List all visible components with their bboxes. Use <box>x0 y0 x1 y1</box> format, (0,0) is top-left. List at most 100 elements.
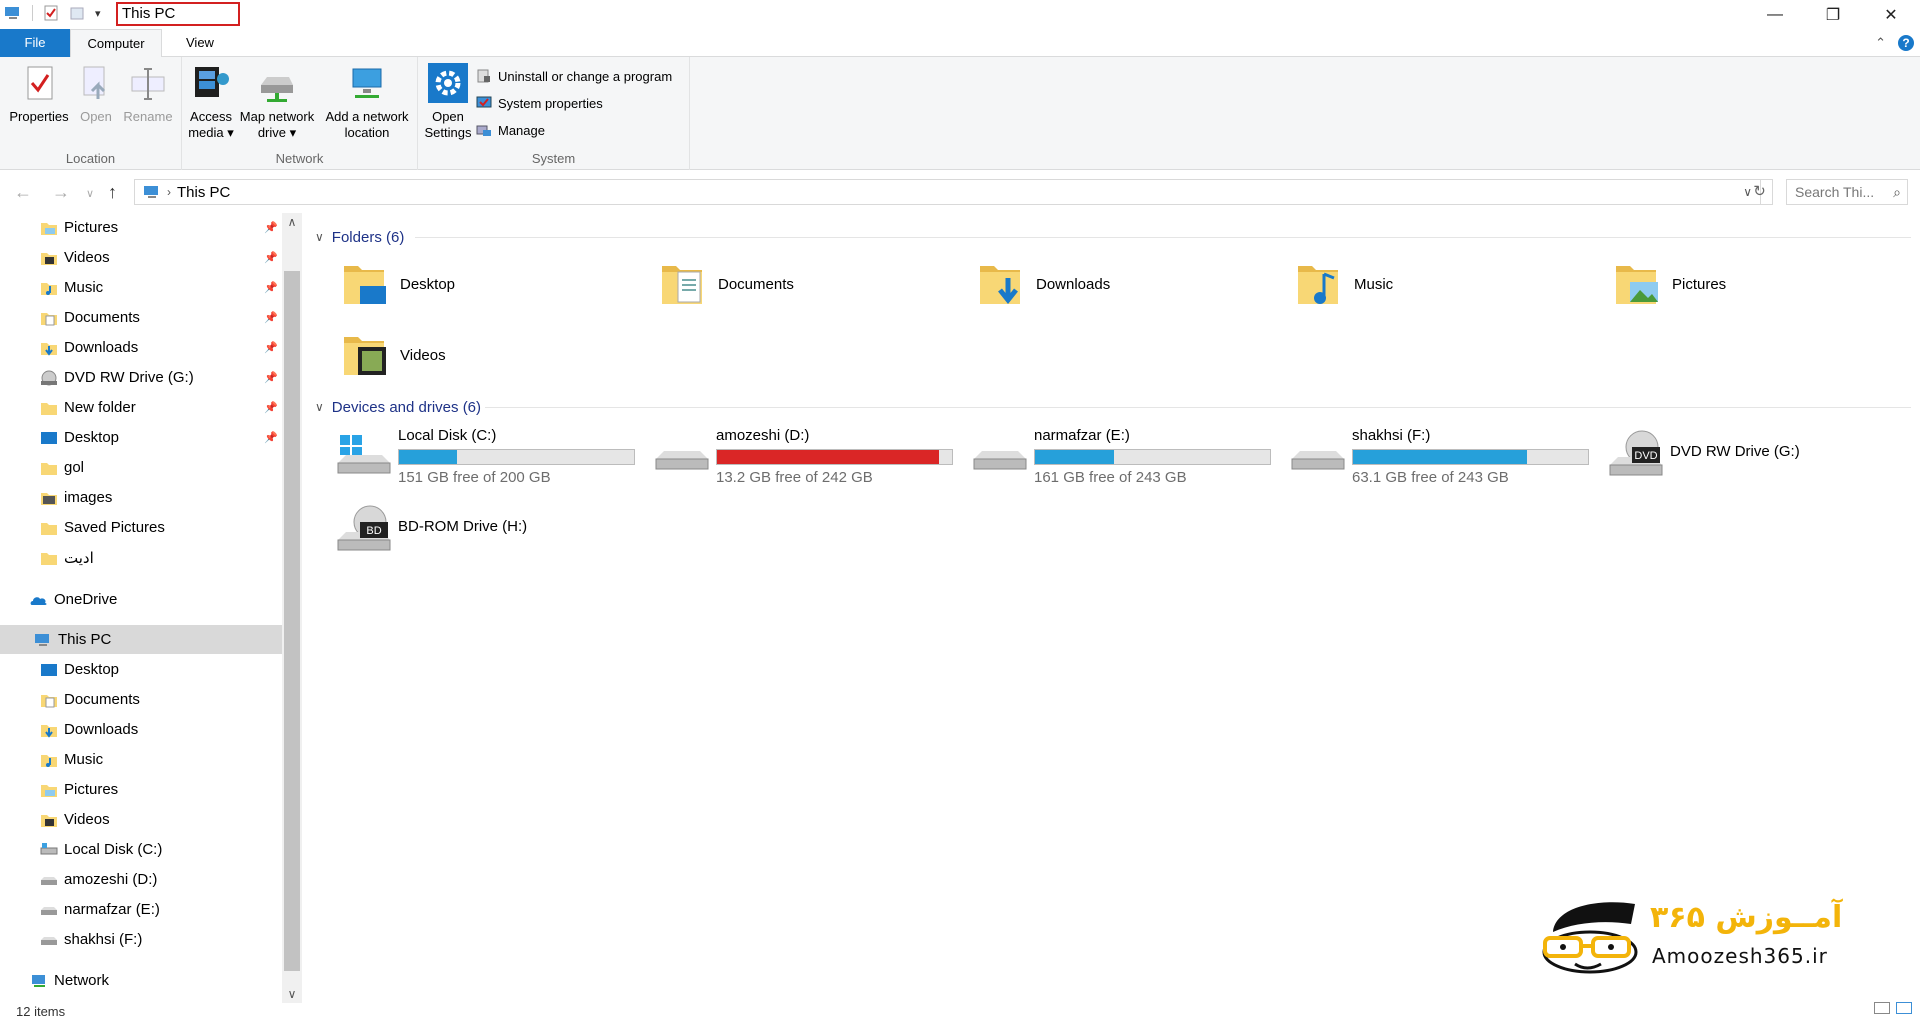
nav-this-pc-child[interactable]: Local Disk (C:) <box>0 835 282 864</box>
customize-qat-icon[interactable]: ▾ <box>95 7 101 20</box>
tab-file[interactable]: File <box>0 29 70 57</box>
nav-quick-access-item[interactable]: ادیت <box>0 543 282 572</box>
nav-this-pc-child[interactable]: Documents <box>0 685 282 714</box>
up-arrow-icon[interactable]: ↑ <box>108 182 117 203</box>
nav-quick-access-item[interactable]: Saved Pictures <box>0 513 282 542</box>
nav-this-pc-child[interactable]: narmafzar (E:) <box>0 895 282 924</box>
open-settings-button[interactable]: Open Settings <box>422 63 474 141</box>
collapse-ribbon-icon[interactable]: ⌃ <box>1875 35 1886 51</box>
folder-item[interactable]: Music <box>1294 253 1594 315</box>
title-bar: ▾ This PC — ❐ ✕ <box>0 0 1920 29</box>
folders-section-header[interactable]: ∨ Folders (6) <box>315 226 404 248</box>
open-button[interactable]: Open <box>72 63 120 125</box>
open-icon <box>83 66 106 99</box>
documents-folder-icon <box>40 692 58 708</box>
nav-item-label: amozeshi (D:) <box>64 871 158 888</box>
nav-this-pc-child[interactable]: shakhsi (F:) <box>0 925 282 954</box>
nav-quick-access-item[interactable]: gol <box>0 453 282 482</box>
nav-this-pc-child[interactable]: Pictures <box>0 775 282 804</box>
folder-item[interactable]: Videos <box>340 324 640 386</box>
access-media-icon <box>195 67 229 97</box>
nav-quick-access-item[interactable]: Downloads 📌 <box>0 333 282 362</box>
rename-button[interactable]: Rename <box>120 63 176 125</box>
large-icons-view-icon[interactable] <box>1896 1002 1912 1014</box>
tab-view[interactable]: View <box>172 29 228 57</box>
videos-folder-icon <box>40 250 58 266</box>
manage-button[interactable]: Manage <box>476 119 545 141</box>
nav-item-label: Desktop <box>64 661 120 678</box>
map-network-drive-icon <box>261 77 293 102</box>
back-arrow-icon[interactable]: ← <box>14 182 32 203</box>
rename-icon <box>131 68 165 100</box>
nav-quick-access-item[interactable]: images <box>0 483 282 512</box>
nav-this-pc-child[interactable]: Downloads <box>0 715 282 744</box>
drive-free-space: 161 GB free of 243 GB <box>1034 469 1187 486</box>
nav-quick-access-item[interactable]: DVD RW Drive (G:) 📌 <box>0 363 282 392</box>
nav-quick-access-item[interactable]: Music 📌 <box>0 273 282 302</box>
folder-item[interactable]: Downloads <box>976 253 1276 315</box>
access-media-button[interactable]: Access media ▾ <box>186 63 236 141</box>
properties-button[interactable]: Properties <box>6 63 72 125</box>
tab-computer[interactable]: Computer <box>70 29 162 58</box>
folder-item[interactable]: Documents <box>658 253 958 315</box>
refresh-button[interactable]: ↻ <box>1747 179 1773 205</box>
desktop-folder-icon <box>40 662 58 678</box>
map-network-drive-button[interactable]: Map network drive ▾ <box>236 63 318 141</box>
system-properties-button[interactable]: System properties <box>476 92 603 114</box>
nav-quick-access-item[interactable]: Pictures 📌 <box>0 213 282 242</box>
nav-this-pc[interactable]: This PC <box>0 625 282 654</box>
add-network-location-icon <box>352 68 382 98</box>
nav-item-label: Network <box>54 972 110 989</box>
music-folder-icon <box>40 280 58 296</box>
folder-label: Desktop <box>400 275 456 293</box>
folder-item[interactable]: Desktop <box>340 253 640 315</box>
drive-tile[interactable]: amozeshi (D:) 13.2 GB free of 242 GB <box>654 423 964 493</box>
nav-this-pc-child[interactable]: amozeshi (D:) <box>0 865 282 894</box>
minimize-button[interactable]: — <box>1746 0 1804 29</box>
add-network-location-button[interactable]: Add a network location <box>320 63 414 141</box>
drive-tile[interactable]: shakhsi (F:) 63.1 GB free of 243 GB <box>1290 423 1600 493</box>
scroll-down-icon[interactable]: ∨ <box>282 987 302 1001</box>
maximize-button[interactable]: ❐ <box>1804 0 1862 29</box>
access-media-label-2: media ▾ <box>188 125 234 140</box>
optical-drive-tile[interactable]: DVD DVD RW Drive (G:) <box>1608 423 1918 493</box>
nav-scrollbar[interactable]: ∧ ∨ <box>282 213 302 1003</box>
drive-tile[interactable]: narmafzar (E:) 161 GB free of 243 GB <box>972 423 1282 493</box>
nav-onedrive[interactable]: OneDrive <box>0 585 282 614</box>
window-controls: — ❐ ✕ <box>1746 0 1920 29</box>
dvd-drive-icon <box>40 370 58 386</box>
nav-network[interactable]: Network <box>0 966 282 995</box>
mascot-logo-icon <box>1542 902 1638 974</box>
breadcrumb-this-pc[interactable]: This PC <box>177 184 230 201</box>
dvd-drive-icon: DVD <box>1608 429 1664 481</box>
drive-tile[interactable]: Local Disk (C:) 151 GB free of 200 GB <box>336 423 646 493</box>
videos-folder-icon <box>40 812 58 828</box>
forward-arrow-icon[interactable]: → <box>52 182 70 203</box>
nav-quick-access-item[interactable]: Documents 📌 <box>0 303 282 332</box>
nav-item-label: images <box>64 489 113 506</box>
nav-quick-access-item[interactable]: Desktop 📌 <box>0 423 282 452</box>
uninstall-program-button[interactable]: Uninstall or change a program <box>476 65 672 87</box>
scroll-up-icon[interactable]: ∧ <box>282 215 302 229</box>
drives-section-header[interactable]: ∨ Devices and drives (6) <box>315 396 481 418</box>
details-view-icon[interactable] <box>1874 1002 1890 1014</box>
help-icon[interactable]: ? <box>1898 35 1914 51</box>
nav-quick-access-item[interactable]: Videos 📌 <box>0 243 282 272</box>
optical-drive-tile[interactable]: BD BD-ROM Drive (H:) <box>336 498 646 568</box>
nav-this-pc-child[interactable]: Music <box>0 745 282 774</box>
pin-icon: 📌 <box>264 372 278 384</box>
nav-this-pc-child[interactable]: Videos <box>0 805 282 834</box>
new-folder-qat-icon[interactable] <box>69 5 85 21</box>
close-button[interactable]: ✕ <box>1862 0 1920 29</box>
scroll-thumb[interactable] <box>284 271 300 971</box>
window-title[interactable]: This PC <box>116 2 240 26</box>
recent-locations-icon[interactable]: ∨ <box>86 187 94 200</box>
nav-item-label: gol <box>64 459 85 476</box>
search-input[interactable]: Search Thi... ⌕ <box>1786 179 1908 205</box>
address-bar[interactable]: › This PC ∨ <box>134 179 1761 205</box>
folder-item[interactable]: Pictures <box>1612 253 1912 315</box>
nav-this-pc-child[interactable]: Desktop <box>0 655 282 684</box>
properties-qat-icon[interactable] <box>43 5 59 21</box>
breadcrumb-separator-icon: › <box>167 185 171 199</box>
nav-quick-access-item[interactable]: New folder 📌 <box>0 393 282 422</box>
